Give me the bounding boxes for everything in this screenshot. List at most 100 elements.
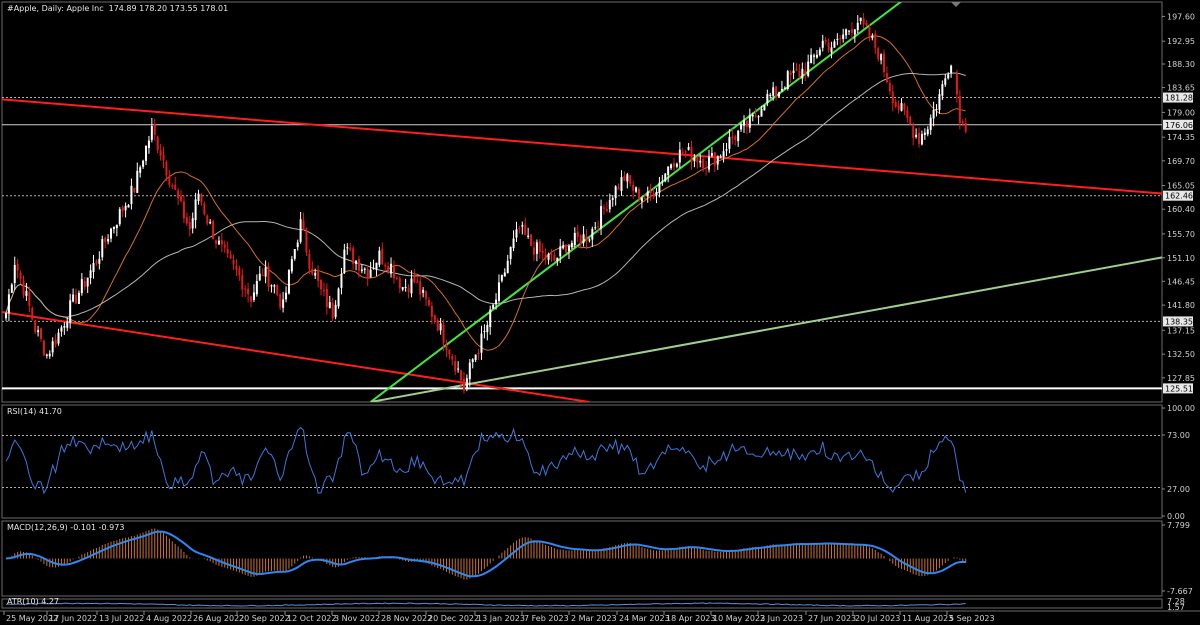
candle-body (492, 304, 495, 309)
candle-body (223, 244, 226, 248)
candle-body (16, 263, 19, 271)
candle-body (538, 241, 541, 252)
candle-body (130, 185, 133, 205)
candle-body (778, 92, 781, 97)
candle-body (390, 263, 393, 274)
candle-body (760, 109, 763, 117)
candle-body (139, 167, 142, 173)
price-tick-label: 146.45 (1167, 277, 1195, 286)
candle-body (920, 134, 923, 145)
candle-body (594, 227, 597, 229)
candle-body (579, 235, 582, 245)
candle-body (964, 122, 967, 132)
candle-body (903, 103, 906, 110)
candle-body (646, 191, 649, 197)
candle-body (775, 86, 778, 98)
candle-body (22, 280, 25, 296)
candle-body (325, 289, 328, 307)
candle-body (25, 290, 28, 296)
candle-body (623, 176, 626, 181)
candle-body (944, 78, 947, 85)
candle-body (436, 320, 439, 331)
candle-body (868, 27, 871, 38)
candle-body (894, 101, 897, 107)
candle-body (346, 247, 349, 249)
candle-body (570, 242, 573, 248)
candle-body (425, 291, 428, 299)
candle-body (320, 280, 323, 290)
candle-body (54, 339, 57, 345)
candle-body (28, 292, 31, 307)
candle-body (381, 248, 384, 265)
candle-body (264, 267, 267, 277)
candle-body (156, 136, 159, 151)
candle-body (471, 359, 474, 363)
candle-body (422, 289, 425, 293)
candle-body (833, 41, 836, 48)
candle-body (232, 260, 235, 265)
candle-body (311, 268, 314, 275)
candle-body (145, 145, 148, 161)
candle-body (947, 74, 950, 79)
date-label: 13 Jan 2023 (477, 614, 525, 623)
candle-body (174, 184, 177, 190)
rsi-tick-label: 73.00 (1167, 431, 1190, 440)
macd-tick-label: -7.667 (1167, 587, 1193, 596)
candle-body (10, 284, 13, 293)
candle-body (958, 95, 961, 123)
candle-body (672, 163, 675, 167)
candle-body (72, 294, 75, 302)
candle-body (168, 176, 171, 185)
candle-body (45, 354, 48, 356)
candle-body (5, 312, 7, 319)
candle-body (153, 124, 156, 135)
candle-body (293, 249, 296, 259)
price-tag-label: 162.46 (1165, 192, 1193, 201)
candle-body (57, 332, 60, 344)
candle-body (34, 320, 37, 333)
candle-body (92, 263, 95, 272)
candle-body (247, 288, 250, 295)
candle-body (427, 299, 430, 306)
candle-body (509, 246, 512, 260)
candle-body (824, 39, 827, 42)
candle-body (602, 207, 605, 209)
candle-body (355, 260, 358, 264)
candle-body (585, 236, 588, 242)
candle-body (442, 324, 445, 344)
candle-body (188, 222, 191, 230)
candle-body (696, 156, 699, 163)
candle-body (608, 199, 611, 210)
candle-body (133, 187, 136, 193)
candle-body (299, 219, 302, 242)
candle-body (497, 282, 500, 301)
candle-body (40, 328, 43, 339)
candle-body (591, 228, 594, 240)
candle-body (562, 245, 565, 249)
candle-body (815, 54, 818, 58)
candle-body (637, 188, 640, 200)
candle-body (273, 285, 276, 287)
candle-body (728, 136, 731, 149)
candle-body (716, 155, 719, 165)
candle-body (395, 277, 398, 279)
price-tick-label: 127.85 (1167, 374, 1195, 383)
candle-body (664, 173, 667, 182)
candle-body (360, 269, 363, 272)
candle-body (241, 275, 244, 290)
candle-body (737, 130, 740, 142)
price-tick-label: 132.50 (1167, 350, 1195, 359)
candle-body (883, 53, 886, 73)
candle-body (880, 54, 883, 61)
candle-body (474, 354, 477, 360)
candle-body (468, 362, 471, 380)
candle-body (661, 181, 664, 183)
candle-body (7, 294, 10, 314)
candle-body (535, 242, 538, 254)
candle-body (856, 22, 859, 31)
chart-area[interactable]: 197.60 192.95 188.30 183.65 179.00 174.35 169.… (0, 0, 1200, 625)
candle-body (699, 160, 702, 163)
candle-body (955, 73, 958, 95)
candle-body (713, 152, 716, 166)
date-label: 20 Sep 2022 (239, 614, 290, 623)
